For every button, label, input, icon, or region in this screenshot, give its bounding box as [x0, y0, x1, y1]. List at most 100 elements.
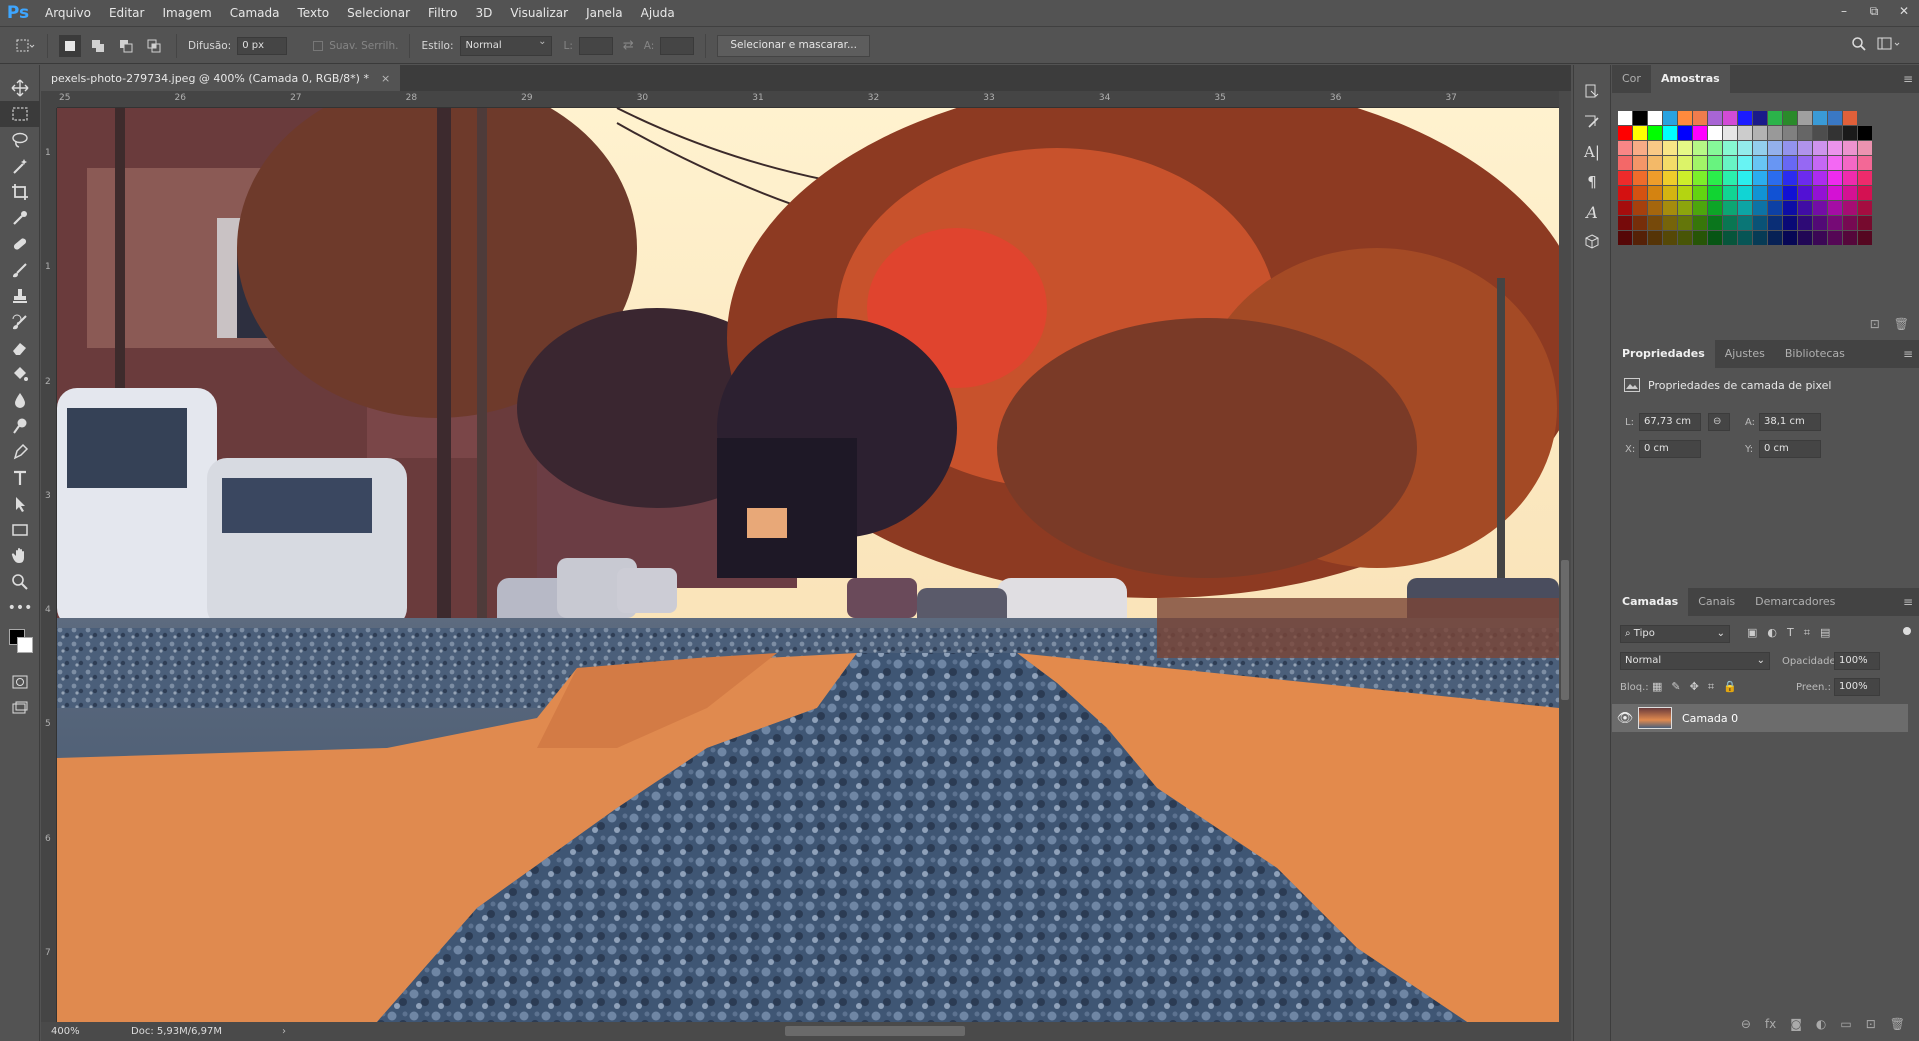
swatch[interactable]: [1633, 156, 1647, 170]
height-input[interactable]: [660, 36, 695, 55]
swatch[interactable]: [1813, 201, 1827, 215]
visibility-eye-icon[interactable]: 👁: [1612, 711, 1638, 726]
swatch[interactable]: [1813, 126, 1827, 140]
subtract-selection-button[interactable]: [115, 35, 137, 57]
tab-demarcadores[interactable]: Demarcadores: [1745, 588, 1845, 616]
dodge-tool[interactable]: [0, 413, 40, 439]
filter-type-icon[interactable]: T: [1787, 626, 1794, 640]
swatch[interactable]: [1753, 171, 1767, 185]
menu-camada[interactable]: Camada: [221, 0, 289, 27]
style-select[interactable]: Normal: [459, 35, 552, 56]
swatch[interactable]: [1738, 171, 1752, 185]
new-layer-icon[interactable]: ⊡: [1866, 1017, 1876, 1031]
type-tool[interactable]: [0, 465, 40, 491]
swatch[interactable]: [1843, 216, 1857, 230]
swatch[interactable]: [1798, 216, 1812, 230]
swatch[interactable]: [1708, 231, 1722, 245]
swatch[interactable]: [1723, 171, 1737, 185]
swatch[interactable]: [1783, 156, 1797, 170]
layer-name[interactable]: Camada 0: [1682, 712, 1738, 725]
swatch[interactable]: [1633, 216, 1647, 230]
swatch[interactable]: [1753, 141, 1767, 155]
swatch[interactable]: [1783, 186, 1797, 200]
swatch[interactable]: [1768, 126, 1782, 140]
swatch[interactable]: [1813, 171, 1827, 185]
panel-menu-icon[interactable]: ≡: [1903, 72, 1913, 86]
swatch[interactable]: [1678, 231, 1692, 245]
swatch[interactable]: [1843, 201, 1857, 215]
swatch[interactable]: [1768, 141, 1782, 155]
layer-filter-select[interactable]: ⌕ Tipo ⌄: [1620, 625, 1730, 643]
swatch[interactable]: [1798, 126, 1812, 140]
history-panel-button[interactable]: [1574, 77, 1610, 107]
swatch[interactable]: [1663, 216, 1677, 230]
swatch[interactable]: [1618, 141, 1632, 155]
layer-row[interactable]: 👁 Camada 0: [1612, 704, 1908, 732]
lock-all-icon[interactable]: 🔒: [1723, 680, 1737, 694]
hand-tool[interactable]: [0, 543, 40, 569]
filter-smart-icon[interactable]: ▤: [1820, 626, 1830, 640]
lasso-tool[interactable]: [0, 127, 40, 153]
swatch[interactable]: [1798, 186, 1812, 200]
x-field[interactable]: 0 cm: [1639, 440, 1701, 458]
tab-camadas[interactable]: Camadas: [1612, 588, 1689, 616]
swatch[interactable]: [1693, 216, 1707, 230]
add-mask-icon[interactable]: ◙: [1790, 1017, 1802, 1031]
swatch[interactable]: [1768, 156, 1782, 170]
swatch[interactable]: [1828, 186, 1842, 200]
swatch[interactable]: [1678, 186, 1692, 200]
history-brush-tool[interactable]: [0, 309, 40, 335]
workspace-icon[interactable]: [1877, 36, 1901, 55]
swatch[interactable]: [1813, 141, 1827, 155]
swatch[interactable]: [1663, 141, 1677, 155]
panel-menu-icon[interactable]: ≡: [1903, 347, 1913, 361]
path-selection-tool[interactable]: [0, 491, 40, 517]
swatch[interactable]: [1663, 126, 1677, 140]
swatch[interactable]: [1678, 216, 1692, 230]
swatch[interactable]: [1768, 231, 1782, 245]
link-layers-icon[interactable]: ⊖: [1741, 1017, 1751, 1031]
swatch[interactable]: [1828, 111, 1842, 125]
swatch[interactable]: [1768, 111, 1782, 125]
rectangle-tool[interactable]: [0, 517, 40, 543]
status-menu-arrow[interactable]: ›: [282, 1026, 286, 1037]
swatch[interactable]: [1723, 156, 1737, 170]
swatch[interactable]: [1783, 111, 1797, 125]
swatch[interactable]: [1738, 201, 1752, 215]
adjustment-layer-icon[interactable]: ◐: [1816, 1017, 1826, 1031]
swatch[interactable]: [1843, 141, 1857, 155]
edit-toolbar-button[interactable]: •••: [0, 595, 40, 621]
menu-3d[interactable]: 3D: [466, 0, 501, 27]
magic-wand-tool[interactable]: [0, 153, 40, 179]
swatch[interactable]: [1708, 201, 1722, 215]
swatch[interactable]: [1753, 216, 1767, 230]
swatch[interactable]: [1663, 171, 1677, 185]
swatch[interactable]: [1738, 216, 1752, 230]
swatch[interactable]: [1828, 141, 1842, 155]
swatch[interactable]: [1783, 216, 1797, 230]
swatch[interactable]: [1858, 216, 1872, 230]
character-panel-button[interactable]: A|: [1574, 137, 1610, 167]
document-canvas[interactable]: [57, 108, 1559, 1022]
tab-canais[interactable]: Canais: [1688, 588, 1745, 616]
swatch[interactable]: [1663, 156, 1677, 170]
swatch[interactable]: [1693, 111, 1707, 125]
menu-arquivo[interactable]: Arquivo: [36, 0, 100, 27]
tab-ajustes[interactable]: Ajustes: [1715, 340, 1775, 368]
swatch[interactable]: [1828, 201, 1842, 215]
swatch[interactable]: [1858, 201, 1872, 215]
swatch[interactable]: [1723, 231, 1737, 245]
close-tab-icon[interactable]: ×: [381, 72, 390, 85]
vertical-scroll-thumb[interactable]: [1561, 560, 1569, 700]
swatch[interactable]: [1693, 186, 1707, 200]
swatch[interactable]: [1723, 216, 1737, 230]
swatch[interactable]: [1723, 201, 1737, 215]
filter-pixel-icon[interactable]: ▣: [1747, 626, 1757, 640]
swatch[interactable]: [1843, 231, 1857, 245]
quick-mask-button[interactable]: [0, 669, 40, 695]
swatch[interactable]: [1708, 111, 1722, 125]
menu-texto[interactable]: Texto: [289, 0, 339, 27]
swatch[interactable]: [1798, 231, 1812, 245]
swatch[interactable]: [1633, 171, 1647, 185]
swatch[interactable]: [1708, 156, 1722, 170]
